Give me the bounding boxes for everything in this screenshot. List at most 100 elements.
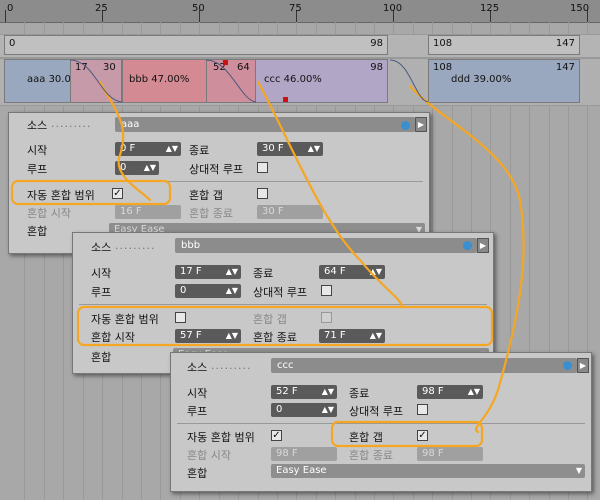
start-value: 52 F (276, 386, 298, 397)
relative-loop-label: 상대적 루프 (349, 405, 404, 418)
ruler-label: 0 (7, 3, 14, 14)
blend-label: 혼합 (27, 225, 48, 238)
ruler-label: 50 (192, 3, 205, 14)
relative-loop-checkbox[interactable] (257, 162, 268, 173)
ruler-label: 25 (95, 3, 108, 14)
auto-blend-checkbox[interactable] (175, 312, 186, 323)
stepper-icon: ▲▼ (143, 163, 156, 172)
source-field[interactable]: aaa (115, 117, 415, 132)
end-value: 64 F (324, 266, 346, 277)
leader-dots: ......... (51, 117, 92, 130)
stepper-icon: ▲▼ (369, 331, 382, 340)
start-label: 시작 (27, 144, 48, 157)
ruler-label: 125 (480, 3, 500, 14)
clip-end-label: 147 (555, 62, 575, 73)
time-ruler[interactable]: 0 25 50 75 100 125 150 (0, 0, 600, 23)
loop-field[interactable]: 0 ▲▼ (115, 161, 159, 175)
blend-end-value: 30 F (262, 206, 284, 217)
relative-loop-label: 상대적 루프 (189, 163, 244, 176)
loop-value: 0 (120, 162, 127, 173)
relative-loop-checkbox[interactable] (417, 404, 428, 415)
blend-end-label: 혼합 종료 (189, 207, 233, 220)
clip-start-label: 108 (433, 62, 453, 73)
relative-loop-label: 상대적 루프 (253, 286, 308, 299)
blend-end-label: 30 (103, 62, 116, 73)
ruler-label: 75 (289, 3, 302, 14)
blend-start-field[interactable]: 98 F (271, 447, 337, 461)
blend-start-value: 16 F (120, 206, 142, 217)
blend-end-field[interactable]: 30 F (257, 205, 323, 219)
start-label: 시작 (91, 267, 112, 280)
start-field[interactable]: 17 F ▲▼ (175, 265, 241, 279)
source-menu-button[interactable]: ▶ (415, 117, 427, 132)
source-field[interactable]: ccc (271, 358, 577, 373)
start-value: 0 F (120, 143, 136, 154)
blend-gap-checkbox[interactable] (257, 188, 268, 199)
end-label: 종료 (253, 267, 274, 280)
blend-gap-label: 혼합 갭 (253, 313, 287, 326)
loop-field[interactable]: 0 ▲▼ (175, 284, 241, 298)
blend-end-label: 혼합 종료 (349, 449, 393, 462)
blend-end-value: 71 F (324, 330, 346, 341)
blend-dropdown[interactable]: Easy Ease ▼ (271, 464, 585, 478)
clip-end-label: 147 (555, 38, 575, 49)
clip-ddd[interactable]: 108 147 ddd 39.00% (428, 59, 580, 103)
source-menu-button[interactable]: ▶ (477, 238, 489, 253)
start-field[interactable]: 52 F ▲▼ (271, 385, 337, 399)
blend-gap-label: 혼합 갭 (349, 431, 383, 444)
leader-dots: ......... (211, 359, 252, 372)
source-field[interactable]: bbb (175, 238, 477, 253)
properties-panel-ccc: 소스 ......... ccc ▶ 시작 52 F ▲▼ 종료 98 F ▲▼ 루… (170, 352, 592, 492)
clip-end-label: 98 (370, 38, 383, 49)
blend-start-label: 혼합 시작 (27, 207, 71, 220)
end-label: 종료 (349, 387, 370, 400)
blend-label: 혼합 (91, 351, 112, 364)
stepper-icon: ▲▼ (307, 144, 320, 153)
blend-start-label: 혼합 시작 (187, 449, 231, 462)
blend-end-label: 혼합 종료 (253, 331, 297, 344)
blend-start-label: 17 (75, 62, 88, 73)
clip-name: ddd 39.00% (451, 74, 512, 85)
auto-blend-label: 자동 혼합 범위 (187, 431, 255, 444)
source-link-icon (563, 361, 572, 370)
clip-blend-aaa-bbb[interactable]: 17 30 (70, 59, 122, 103)
blend-start-field[interactable]: 57 F ▲▼ (175, 329, 241, 343)
ruler-label: 150 (570, 3, 590, 14)
blend-end-field[interactable]: 71 F ▲▼ (319, 329, 385, 343)
blend-gap-label: 혼합 갭 (189, 189, 223, 202)
stepper-icon: ▲▼ (225, 331, 238, 340)
clip-blend-bbb-ccc[interactable]: 52 64 (206, 59, 256, 103)
loop-label: 루프 (91, 286, 112, 299)
start-field[interactable]: 0 F ▲▼ (115, 142, 181, 156)
clip-range-1[interactable]: 0 98 (4, 35, 388, 55)
stepper-icon: ▲▼ (467, 387, 480, 396)
end-field[interactable]: 30 F ▲▼ (257, 142, 323, 156)
leader-dots: ......... (115, 239, 156, 252)
auto-blend-label: 자동 혼합 범위 (27, 189, 95, 202)
relative-loop-checkbox[interactable] (321, 285, 332, 296)
source-menu-button[interactable]: ▶ (577, 358, 589, 373)
blend-end-label: 64 (237, 62, 250, 73)
end-field[interactable]: 98 F ▲▼ (417, 385, 483, 399)
auto-blend-label: 자동 혼합 범위 (91, 313, 159, 326)
blend-start-field[interactable]: 16 F (115, 205, 181, 219)
blend-gap-checkbox[interactable]: ✓ (417, 430, 428, 441)
blend-gap-checkbox[interactable] (321, 312, 332, 323)
blend-end-field[interactable]: 98 F (417, 447, 483, 461)
loop-field[interactable]: 0 ▲▼ (271, 403, 337, 417)
loop-label: 루프 (187, 405, 208, 418)
end-field[interactable]: 64 F ▲▼ (319, 265, 385, 279)
blend-start-value: 57 F (180, 330, 202, 341)
auto-blend-checkbox[interactable]: ✓ (112, 188, 123, 199)
blend-start-label: 52 (213, 62, 226, 73)
clip-range-2[interactable]: 108 147 (428, 35, 580, 55)
divider (15, 181, 423, 182)
end-label: 종료 (189, 144, 210, 157)
stepper-icon: ▲▼ (321, 387, 334, 396)
stepper-icon: ▲▼ (225, 286, 238, 295)
clip-ccc[interactable]: ccc 46.00% (256, 74, 336, 103)
auto-blend-checkbox[interactable]: ✓ (271, 430, 282, 441)
start-label: 시작 (187, 387, 208, 400)
loop-value: 0 (180, 285, 187, 296)
clip-name: ccc 46.00% (264, 74, 322, 85)
